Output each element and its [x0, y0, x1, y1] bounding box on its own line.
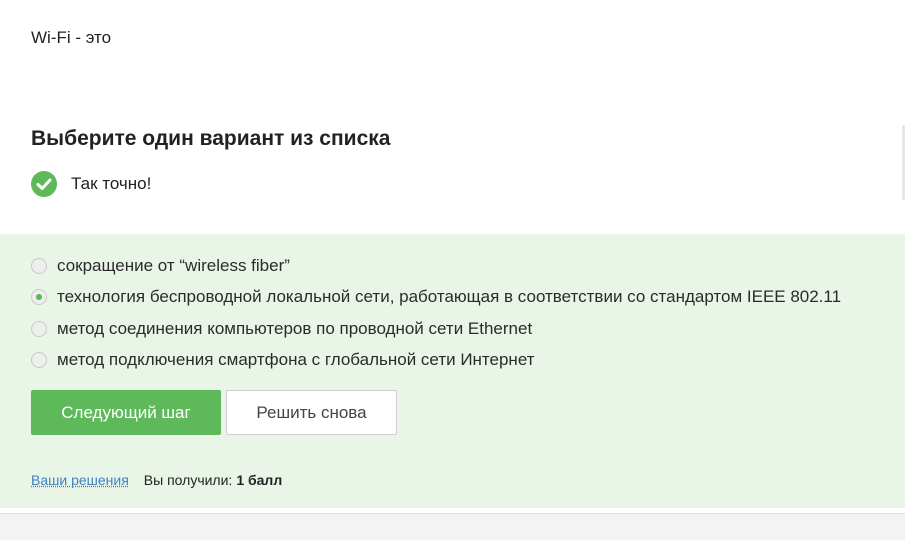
check-circle-icon: [31, 171, 57, 197]
radio-button[interactable]: [31, 352, 47, 368]
option-label: технология беспроводной локальной сети, …: [57, 287, 842, 306]
question-text: Wi-Fi - это: [31, 28, 112, 47]
radio-button[interactable]: [31, 321, 47, 337]
option-label: сокращение от “wireless fiber”: [57, 256, 290, 275]
next-step-button[interactable]: Следующий шаг: [31, 390, 221, 435]
options-panel: сокращение от “wireless fiber” технологи…: [0, 234, 905, 508]
solutions-link[interactable]: Ваши решения: [31, 472, 129, 488]
score-label: Вы получили:: [143, 472, 233, 488]
bottom-bar: [0, 513, 905, 540]
feedback-text: Так точно!: [71, 174, 152, 193]
radio-button[interactable]: [31, 258, 47, 274]
option-item[interactable]: метод соединения компьютеров по проводно…: [31, 319, 532, 339]
option-label: метод подключения смартфона с глобальной…: [57, 350, 535, 369]
result-footer: Ваши решения Вы получили: 1 балл: [31, 472, 282, 488]
option-item[interactable]: технология беспроводной локальной сети, …: [31, 287, 841, 307]
feedback-message: Так точно!: [31, 171, 151, 197]
radio-button-selected[interactable]: [31, 289, 47, 305]
score-value: 1 балл: [236, 472, 283, 488]
option-item[interactable]: метод подключения смартфона с глобальной…: [31, 350, 535, 370]
retry-button[interactable]: Решить снова: [226, 390, 397, 435]
quiz-step-page: Wi-Fi - это Выберите один вариант из спи…: [0, 0, 905, 540]
instruction-heading: Выберите один вариант из списка: [31, 127, 391, 150]
option-label: метод соединения компьютеров по проводно…: [57, 319, 533, 338]
option-item[interactable]: сокращение от “wireless fiber”: [31, 256, 290, 276]
